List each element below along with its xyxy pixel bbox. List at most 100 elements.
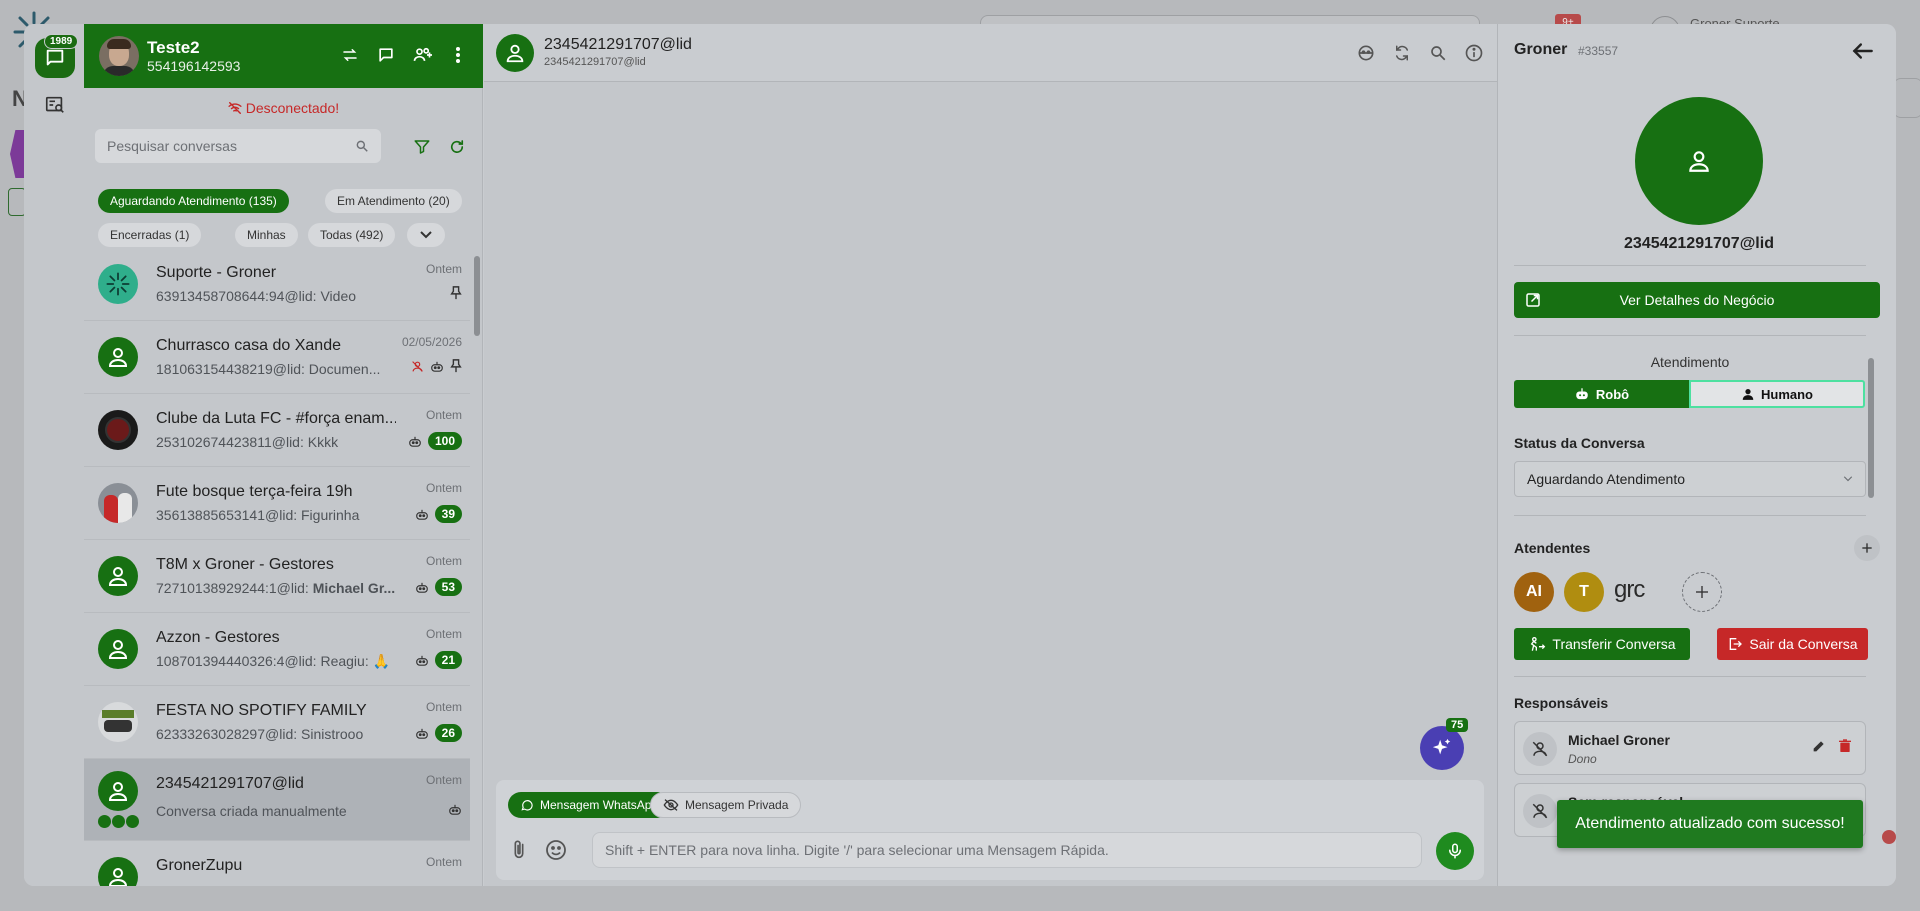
notification-dot <box>1882 830 1896 844</box>
details-scrollbar[interactable] <box>1868 358 1874 498</box>
chevron-down-icon <box>420 231 432 239</box>
conversation-title: Azzon - Gestores <box>156 629 280 646</box>
conversation-item[interactable]: Fute bosque terça-feira 19h 356138856531… <box>84 467 470 540</box>
conversation-list: Suporte - Groner 63913458708644:94@lid: … <box>84 248 483 886</box>
atendimento-label: Atendimento <box>1650 354 1730 370</box>
new-chat-icon[interactable] <box>375 44 397 66</box>
emoji-icon[interactable] <box>544 838 568 862</box>
conversation-time: Ontem <box>425 481 462 495</box>
right-edge-button[interactable] <box>1893 78 1920 118</box>
chats-count-badge: 1989 <box>44 34 79 49</box>
conversation-title: T8M x Groner - Gestores <box>156 556 334 573</box>
conversation-time: Ontem <box>425 773 462 787</box>
person-icon <box>1742 389 1754 400</box>
conversation-avatar <box>98 556 138 596</box>
conversation-preview: 35613885653141@lid: Figurinha <box>156 507 360 523</box>
conversation-time: Ontem <box>425 627 462 641</box>
agent-logo-text[interactable]: grc <box>1614 576 1645 604</box>
filter-chip-waiting[interactable]: Aguardando Atendimento (135) <box>98 189 289 213</box>
conversation-search-input[interactable]: Pesquisar conversas <box>95 129 381 163</box>
conversation-preview: 181063154438219@lid: Documen... <box>156 361 381 377</box>
chat-title: 2345421291707@lid <box>544 36 692 53</box>
filter-chip-in-service[interactable]: Em Atendimento (20) <box>325 189 462 213</box>
chat-avatar[interactable] <box>496 34 534 72</box>
chat-bubble-icon <box>46 49 64 66</box>
search-icon <box>356 140 368 152</box>
ai-face-icon[interactable] <box>1355 42 1377 64</box>
new-group-icon[interactable] <box>411 44 433 66</box>
record-audio-button[interactable] <box>1436 832 1474 870</box>
conversation-avatar <box>98 483 138 523</box>
add-agent-circle-button[interactable] <box>1682 572 1722 612</box>
external-link-icon <box>1526 293 1540 307</box>
details-id: #33557 <box>1578 44 1619 58</box>
arrow-left-icon[interactable] <box>1850 38 1876 64</box>
conversation-item[interactable]: GronerZupu Ontem <box>84 841 470 886</box>
user-off-icon <box>1532 803 1548 819</box>
conversation-preview: 253102674423811@lid: Kkkk <box>156 434 339 450</box>
edit-icon[interactable] <box>1811 738 1827 754</box>
chat-header: 2345421291707@lid 2345421291707@lid <box>484 24 1497 82</box>
divider <box>1514 515 1866 516</box>
ai-assistant-button[interactable] <box>1420 726 1464 770</box>
list-scrollbar[interactable] <box>474 256 480 336</box>
conversation-title: Clube da Luta FC - #força enam... <box>156 410 396 427</box>
conversation-preview: 108701394440326:4@lid: Reagiu: 🙏 <box>156 653 391 669</box>
conversation-item[interactable]: FESTA NO SPOTIFY FAMILY 62333263028297@l… <box>84 686 470 759</box>
leave-conversation-button[interactable]: Sair da Conversa <box>1717 628 1868 660</box>
agent-avatar[interactable]: T <box>1564 572 1604 612</box>
conversation-item[interactable]: Churrasco casa do Xande 181063154438219@… <box>84 321 470 394</box>
sync-icon[interactable] <box>1391 42 1413 64</box>
unread-count-badge: 21 <box>434 651 462 669</box>
user-icon <box>108 640 128 659</box>
attach-icon[interactable] <box>508 838 530 862</box>
transfer-conversation-button[interactable]: Transferir Conversa <box>1514 628 1690 660</box>
conversation-avatar <box>98 629 138 669</box>
conversation-item[interactable]: Azzon - Gestores 108701394440326:4@lid: … <box>84 613 470 686</box>
filter-chip-all[interactable]: Todas (492) <box>308 223 396 247</box>
conversation-item[interactable]: Clube da Luta FC - #força enam... 253102… <box>84 394 470 467</box>
responsible-role: Dono <box>1568 752 1597 766</box>
more-options-icon[interactable] <box>447 44 469 66</box>
conversation-avatar <box>98 410 138 450</box>
filter-chip-closed[interactable]: Encerradas (1) <box>98 223 202 247</box>
conversation-time: Ontem <box>425 554 462 568</box>
status-select[interactable]: Aguardando Atendimento <box>1514 461 1866 497</box>
contact-lid: 2345421291707@lid <box>1624 235 1774 252</box>
tab-whatsapp-message[interactable]: Mensagem WhatsApp <box>508 792 671 818</box>
conversation-time: Ontem <box>425 855 462 869</box>
toggle-robot[interactable]: Robô <box>1514 380 1689 408</box>
search-icon[interactable] <box>1427 42 1449 64</box>
conversation-item[interactable]: Suporte - Groner 63913458708644:94@lid: … <box>84 248 470 321</box>
agent-avatar[interactable]: AI <box>1514 572 1554 612</box>
conversation-preview: 62333263028297@lid: Sinistrooo <box>156 726 364 742</box>
message-input[interactable]: Shift + ENTER para nova linha. Digite '/… <box>592 832 1422 868</box>
tab-private-message[interactable]: Mensagem Privada <box>650 792 802 818</box>
conversation-avatar <box>98 337 138 377</box>
robot-icon <box>449 804 461 815</box>
search-list-nav-button[interactable] <box>42 92 68 118</box>
wifi-off-icon <box>228 102 242 114</box>
filter-icon <box>414 140 430 154</box>
trash-icon[interactable] <box>1837 738 1853 754</box>
more-filters-button[interactable] <box>407 223 445 247</box>
info-icon[interactable] <box>1463 42 1485 64</box>
refresh-button[interactable] <box>444 134 470 160</box>
plus-icon <box>1862 543 1872 553</box>
conversation-item[interactable]: T8M x Groner - Gestores 72710138929244:1… <box>84 540 470 613</box>
toggle-human[interactable]: Humano <box>1689 380 1865 408</box>
account-phone: 554196142593 <box>147 57 241 74</box>
responsible-card: Michael Groner Dono <box>1514 721 1866 775</box>
divider <box>1514 265 1866 266</box>
chat-modal: 1989 Teste2 554196142593 Desconectado! P <box>24 24 1896 886</box>
account-avatar[interactable] <box>99 36 139 76</box>
conversation-time: Ontem <box>425 700 462 714</box>
conversation-item-selected[interactable]: 2345421291707@lid Conversa criada manual… <box>84 759 470 841</box>
add-agent-button[interactable] <box>1854 535 1880 561</box>
filter-chip-mine[interactable]: Minhas <box>235 223 298 247</box>
conversation-avatar <box>98 857 138 886</box>
business-details-button[interactable]: Ver Detalhes do Negócio <box>1514 282 1880 318</box>
user-icon <box>108 567 128 586</box>
swap-icon[interactable] <box>339 44 361 66</box>
filter-button[interactable] <box>409 134 435 160</box>
